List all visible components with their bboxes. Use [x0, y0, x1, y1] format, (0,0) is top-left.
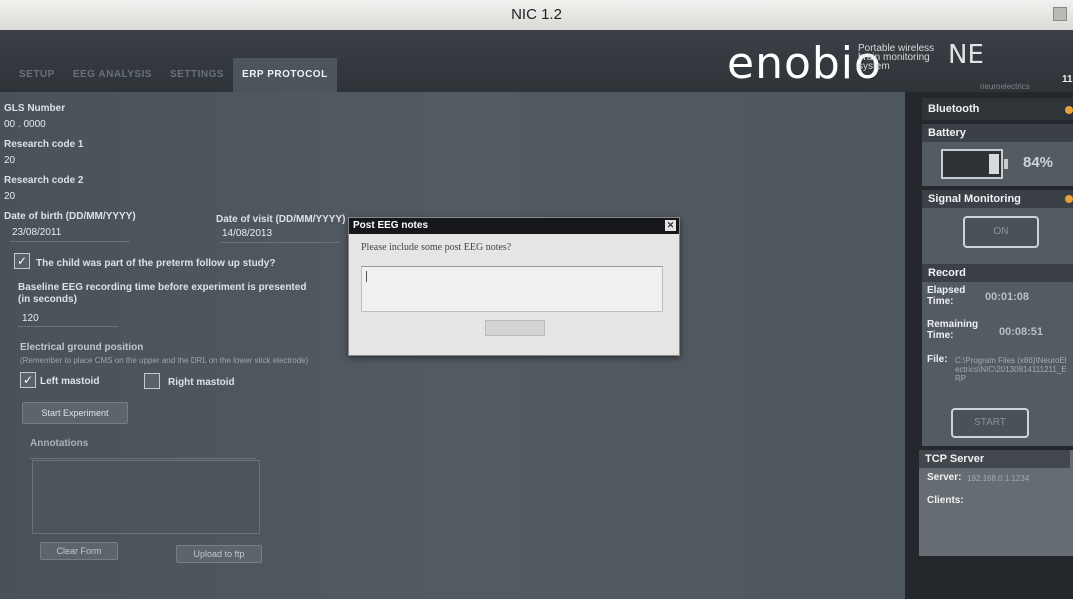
research-code-1-field[interactable]: 20	[4, 155, 15, 166]
battery-percent: 84%	[1023, 154, 1054, 171]
right-mastoid-label: Right mastoid	[168, 377, 235, 388]
post-eeg-notes-input[interactable]	[361, 266, 663, 312]
tab-bar: SETUP EEG ANALYSIS SETTINGS ERP PROTOCOL	[10, 58, 337, 92]
app-header: SETUP EEG ANALYSIS SETTINGS ERP PROTOCOL…	[0, 30, 1073, 92]
battery-tip	[1004, 159, 1008, 169]
remaining-value: 00:08:51	[999, 326, 1044, 338]
elapsed-value: 00:01:08	[985, 291, 1030, 303]
baseline-label: Baseline EEG recording time before exper…	[18, 282, 307, 293]
brand-tagline: Portable wireless brain monitoring syste…	[858, 44, 938, 72]
annotations-label: Annotations	[30, 438, 89, 449]
preterm-label: The child was part of the preterm follow…	[36, 258, 276, 269]
visit-date-label: Date of visit (DD/MM/YYYY)	[216, 214, 346, 225]
battery-icon	[941, 149, 1008, 179]
visit-underline	[220, 242, 340, 243]
elapsed-label: Elapsed Time:	[927, 285, 966, 307]
tagline-line: system	[858, 61, 890, 72]
post-eeg-notes-dialog: Post EEG notes ✕ Please include some pos…	[348, 217, 680, 356]
bluetooth-panel: Bluetooth	[922, 98, 1073, 120]
window-titlebar: NIC 1.2	[0, 0, 1073, 30]
battery-fill	[989, 154, 999, 174]
electrical-ground-label: Electrical ground position	[20, 342, 144, 353]
annotations-textarea[interactable]	[32, 460, 260, 534]
gls-number-label: GLS Number	[4, 103, 66, 114]
ok-button[interactable]: OK	[485, 320, 545, 336]
record-start-button[interactable]: START	[951, 408, 1029, 438]
dob-underline	[10, 241, 130, 242]
close-icon[interactable]: ✕	[665, 220, 676, 231]
tcp-server-label: TCP Server	[919, 450, 1070, 468]
server-label: Server:	[927, 472, 962, 483]
research-code-2-label: Research code 2	[4, 175, 84, 186]
dob-label: Date of birth (DD/MM/YYYY)	[4, 211, 136, 222]
visit-date-field[interactable]: 14/08/2013	[222, 228, 272, 239]
bluetooth-status-icon	[1065, 106, 1073, 114]
tab-settings[interactable]: SETTINGS	[161, 58, 233, 92]
window-title: NIC 1.2	[511, 6, 562, 23]
left-mastoid-checkbox[interactable]: ✓	[20, 372, 36, 388]
file-path: C:\Program Files (x86)\NeuroElectrics\NI…	[955, 356, 1067, 383]
signal-on-button[interactable]: ON	[963, 216, 1039, 248]
bluetooth-label: Bluetooth	[928, 103, 980, 115]
upload-ftp-button[interactable]: Upload to ftp	[176, 545, 262, 563]
version-label: 11	[1062, 74, 1073, 85]
window-control-icon[interactable]	[1053, 7, 1067, 21]
tab-erp-protocol[interactable]: ERP PROTOCOL	[233, 58, 337, 92]
right-mastoid-checkbox[interactable]	[144, 373, 160, 389]
baseline-underline	[18, 326, 118, 327]
clear-form-button[interactable]: Clear Form	[40, 542, 118, 560]
ne-logo: NE	[948, 40, 984, 70]
text-caret	[366, 271, 367, 282]
research-code-2-field[interactable]: 20	[4, 191, 15, 202]
baseline-field[interactable]: 120	[22, 313, 39, 324]
baseline-unit-label: (in seconds)	[18, 294, 77, 305]
battery-label: Battery	[922, 124, 1073, 142]
dialog-title: Post EEG notes	[353, 220, 429, 231]
electrical-ground-hint: (Remember to place CMS on the upper and …	[20, 356, 309, 365]
file-label: File:	[927, 354, 948, 365]
signal-label: Signal Monitoring	[922, 190, 1073, 208]
clients-label: Clients:	[927, 495, 964, 506]
remaining-label: Remaining Time:	[927, 319, 979, 341]
preterm-checkbox[interactable]: ✓	[14, 253, 30, 269]
start-experiment-button[interactable]: Start Experiment	[22, 402, 128, 424]
ne-subtitle: neuroelectrics	[980, 82, 1030, 91]
server-value: 192.168.0.1:1234	[967, 474, 1030, 483]
gls-number-field[interactable]: 00 . 0000	[4, 119, 46, 130]
annotations-underline	[30, 458, 256, 459]
record-label: Record	[922, 264, 1073, 282]
status-sidebar: Bluetooth Battery 84% Signal Monitoring …	[905, 92, 1073, 599]
signal-status-icon	[1065, 195, 1073, 203]
left-mastoid-label: Left mastoid	[40, 376, 100, 387]
research-code-1-label: Research code 1	[4, 139, 84, 150]
tab-eeg-analysis[interactable]: EEG ANALYSIS	[64, 58, 161, 92]
dialog-titlebar: Post EEG notes ✕	[349, 218, 679, 234]
tab-setup[interactable]: SETUP	[10, 58, 64, 92]
dob-field[interactable]: 23/08/2011	[12, 227, 61, 238]
dialog-prompt: Please include some post EEG notes?	[361, 242, 512, 253]
